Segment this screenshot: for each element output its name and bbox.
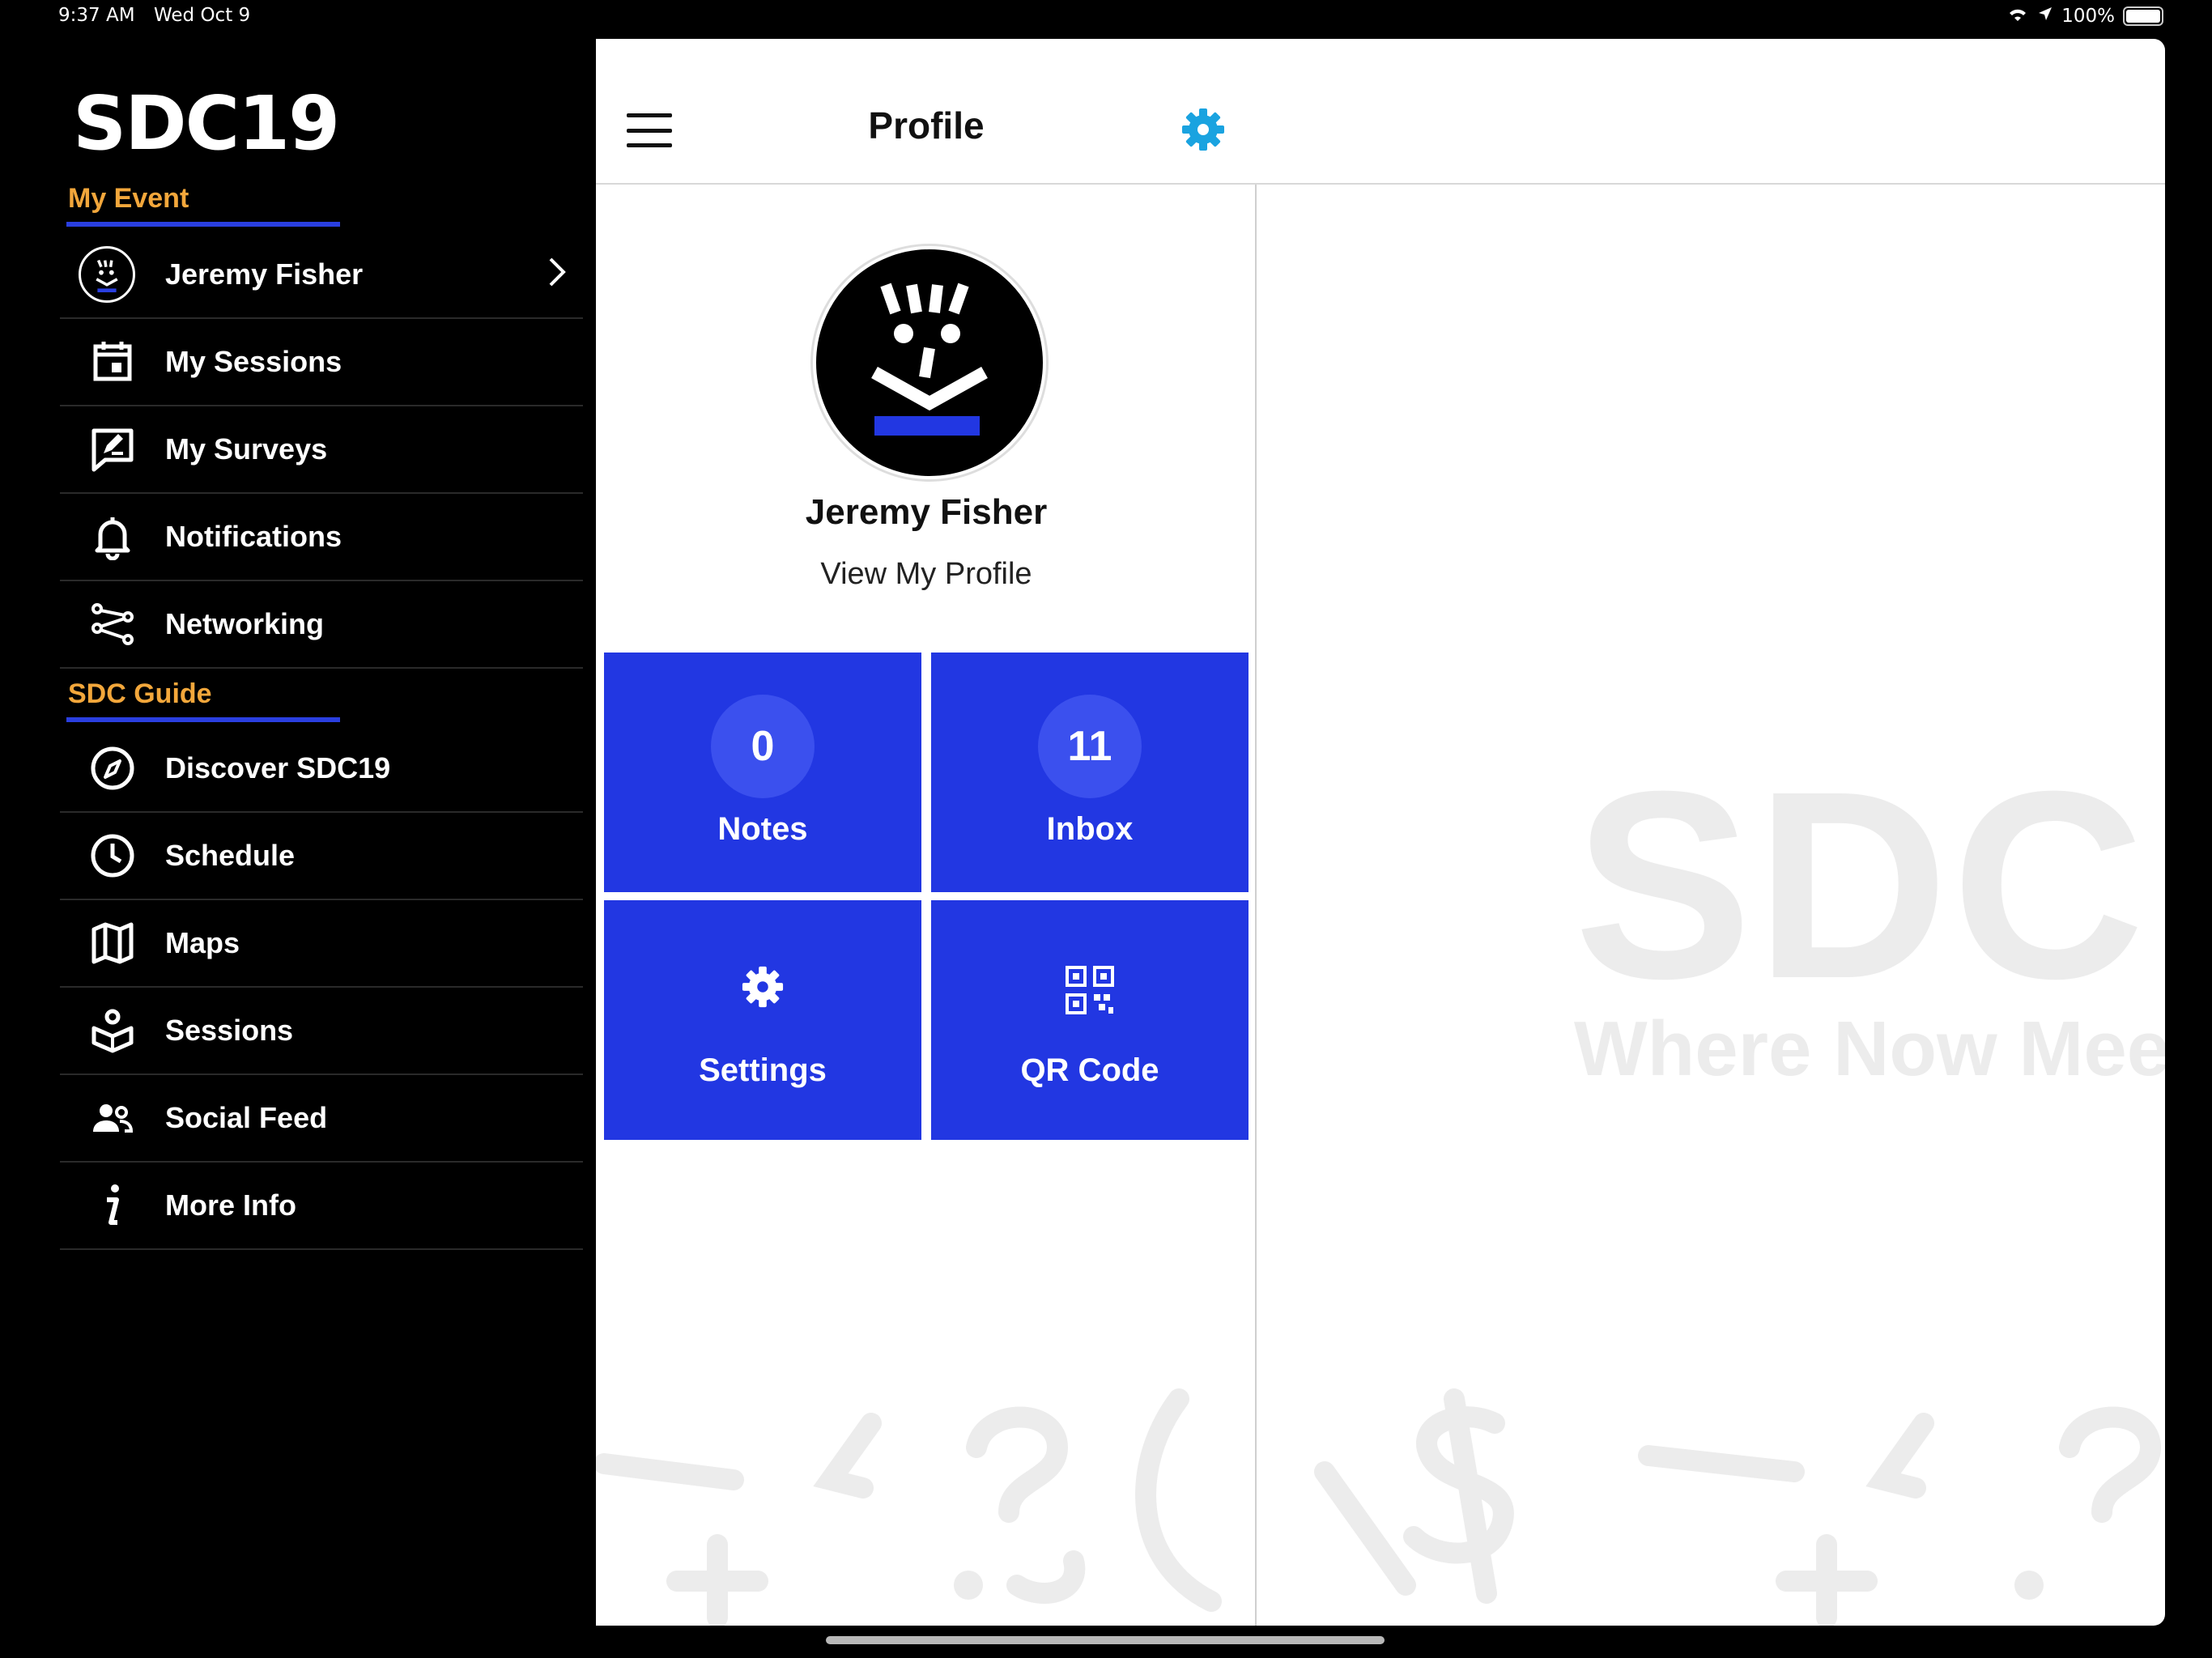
map-icon: [60, 920, 165, 967]
sidebar-item-more-info[interactable]: More Info: [60, 1163, 583, 1250]
face-icon: [96, 259, 118, 293]
status-bar: 9:37 AM Wed Oct 9 100%: [0, 0, 2212, 36]
sidebar-item-label: Notifications: [165, 520, 342, 553]
profile-name: Jeremy Fisher: [805, 492, 1048, 532]
clock-icon: [60, 832, 165, 879]
main-content: SDC Where Now Meet Profile Jeremy Fisher…: [596, 39, 2165, 1626]
sidebar-item-maps[interactable]: Maps: [60, 900, 583, 988]
nav-bar: Profile: [596, 39, 1257, 185]
battery-percent: 100%: [2061, 6, 2115, 27]
bell-icon: [60, 513, 165, 560]
sidebar-item-label: More Info: [165, 1188, 296, 1222]
sidebar-item-notifications[interactable]: Notifications: [60, 494, 583, 581]
sidebar-item-social-feed[interactable]: Social Feed: [60, 1075, 583, 1163]
section-underline: [66, 717, 340, 722]
gear-icon: [604, 965, 921, 1009]
sidebar-item-label: My Sessions: [165, 345, 342, 378]
people-icon: [60, 1095, 165, 1141]
sidebar-item-label: Discover SDC19: [165, 751, 391, 784]
wifi-icon: [2006, 5, 2029, 28]
networking-icon: [60, 601, 165, 648]
sidebar-item-label: Maps: [165, 926, 240, 959]
view-profile-link[interactable]: View My Profile: [596, 557, 1257, 592]
chevron-right-icon: [547, 256, 567, 291]
section-title-my-event: My Event: [68, 183, 189, 214]
sidebar-item-profile[interactable]: Jeremy Fisher: [60, 232, 583, 319]
status-time: 9:37 AM: [58, 5, 135, 26]
sidebar-item-label: Networking: [165, 607, 325, 640]
calendar-icon: [60, 338, 165, 385]
watermark-logo: SDC: [1574, 735, 2148, 1034]
sidebar-item-label: Sessions: [165, 1014, 294, 1047]
compass-icon: [60, 745, 165, 792]
sdc19-logo: SDC19: [73, 80, 340, 167]
battery-icon: [2123, 6, 2163, 26]
sidebar-item-sessions[interactable]: Sessions: [60, 988, 583, 1075]
watermark-tagline: Where Now Meet: [1574, 1005, 2165, 1092]
section-title-sdc-guide: SDC Guide: [68, 678, 212, 709]
my-event-menu: Jeremy Fisher My Sessions My Surveys Not…: [60, 232, 583, 669]
sidebar-item-label: Social Feed: [165, 1101, 328, 1134]
page-title: Profile: [868, 104, 985, 147]
sidebar: SDC19 My Event Jeremy Fisher My Sessions…: [0, 36, 596, 1622]
survey-icon: [60, 426, 165, 473]
sdc-watermark: SDC Where Now Meet: [1574, 751, 2165, 1088]
qr-code-tile[interactable]: QR Code: [931, 900, 1249, 1140]
notes-label: Notes: [717, 811, 808, 847]
sidebar-item-my-surveys[interactable]: My Surveys: [60, 406, 583, 494]
sdc-guide-menu: Discover SDC19 Schedule Maps Sessions So: [60, 725, 583, 1250]
sidebar-item-my-sessions[interactable]: My Sessions: [60, 319, 583, 406]
sidebar-item-schedule[interactable]: Schedule: [60, 813, 583, 900]
settings-tile[interactable]: Settings: [604, 900, 921, 1140]
gear-icon[interactable]: [1180, 107, 1226, 155]
location-icon: [2037, 6, 2053, 27]
sessions-icon: [60, 1007, 165, 1054]
sidebar-item-discover[interactable]: Discover SDC19: [60, 725, 583, 813]
sidebar-item-label: My Surveys: [165, 432, 328, 466]
sidebar-item-networking[interactable]: Networking: [60, 581, 583, 669]
profile-panel: Profile Jeremy Fisher View My Profile 0 …: [596, 39, 1257, 1626]
home-indicator[interactable]: [826, 1636, 1385, 1644]
section-underline: [66, 222, 340, 227]
inbox-tile[interactable]: 11 Inbox: [931, 653, 1249, 892]
sidebar-user-name: Jeremy Fisher: [165, 257, 364, 291]
inbox-label: Inbox: [1046, 811, 1134, 847]
qr-code-icon: [931, 965, 1249, 1015]
inbox-count: 11: [1038, 695, 1142, 798]
status-date: Wed Oct 9: [154, 5, 251, 26]
sidebar-item-label: Schedule: [165, 839, 296, 872]
avatar: [60, 246, 154, 303]
status-indicators: 100%: [2006, 5, 2163, 28]
info-icon: [60, 1182, 165, 1229]
face-icon: [871, 283, 988, 436]
profile-avatar[interactable]: [813, 246, 1046, 479]
notes-count: 0: [711, 695, 815, 798]
notes-tile[interactable]: 0 Notes: [604, 653, 921, 892]
settings-label: Settings: [699, 1052, 827, 1088]
detail-header: [1257, 39, 2165, 185]
qr-code-label: QR Code: [1020, 1052, 1159, 1088]
